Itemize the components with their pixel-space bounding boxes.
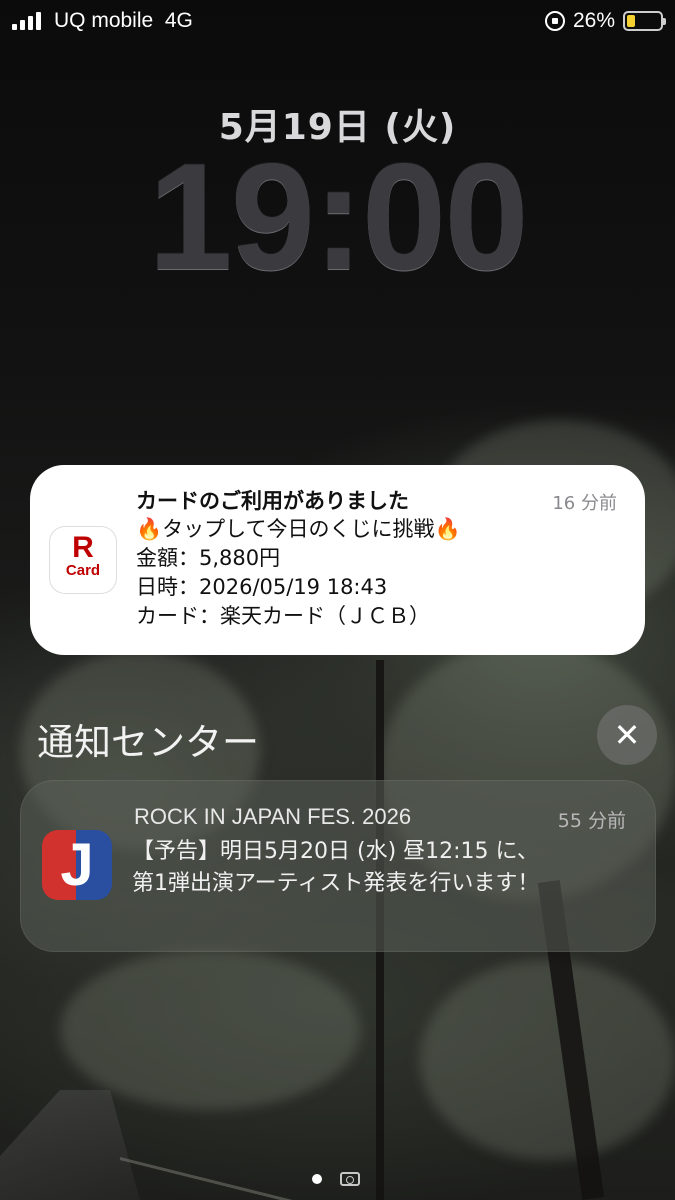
battery-fill xyxy=(627,15,635,27)
notification-line: 第1弾出演アーティスト発表を行います！ xyxy=(132,871,540,896)
rakuten-card-icon: R Card xyxy=(50,527,116,593)
carrier-label: UQ mobile 4G xyxy=(54,9,193,33)
notification-time: 55 分前 xyxy=(557,810,626,832)
notification-line: カード：楽天カード（ＪＣＢ） xyxy=(136,604,430,628)
wallpaper-blossom xyxy=(60,950,360,1110)
lock-time: 19:00 xyxy=(148,132,529,302)
wallpaper-blossom xyxy=(420,960,675,1160)
notification-body: 🔥タップして今日のくじに挑戦🔥 金額：5,880円 日時：2026/05/19 … xyxy=(136,515,461,631)
notification-time: 16 分前 xyxy=(552,493,617,514)
camera-icon[interactable] xyxy=(340,1172,360,1186)
notification-line: 金額：5,880円 xyxy=(136,546,281,570)
notification-center-title: 通知センター xyxy=(37,721,259,764)
status-bar: UQ mobile 4G 26% xyxy=(0,0,675,44)
icon-text-bottom: Card xyxy=(65,562,101,579)
notification-rock-in-japan[interactable]: J ROCK IN JAPAN FES. 2026 55 分前 【予告】明日5月… xyxy=(20,780,656,952)
signal-icon xyxy=(12,12,41,30)
notification-rakuten-card[interactable]: R Card カードのご利用がありました 16 分前 🔥タップして今日のくじに挑… xyxy=(30,465,645,655)
battery-percent: 26% xyxy=(572,9,615,32)
notification-body: 【予告】明日5月20日 (水) 昼12:15 に、 第1弾出演アーティスト発表を… xyxy=(132,836,539,900)
rotation-lock-icon xyxy=(544,11,565,31)
rock-in-japan-icon: J xyxy=(42,830,112,900)
network-type: 4G xyxy=(164,9,193,32)
lock-screen: UQ mobile 4G 26% 5月19日 (火) 19:00 R Card … xyxy=(0,0,675,1200)
carrier-name: UQ mobile xyxy=(54,9,154,32)
icon-text-top: R xyxy=(72,531,94,564)
notification-title: カードのご利用がありました xyxy=(136,489,409,513)
status-right: 26% xyxy=(544,9,666,33)
icon-letter: J xyxy=(60,831,94,898)
page-dot[interactable] xyxy=(312,1174,322,1184)
close-icon[interactable]: ✕ xyxy=(597,705,657,765)
notification-line: 🔥タップして今日のくじに挑戦🔥 xyxy=(136,517,461,541)
notification-line: 【予告】明日5月20日 (水) 昼12:15 に、 xyxy=(132,839,539,864)
page-indicator xyxy=(312,1172,360,1186)
wallpaper-rail xyxy=(119,1157,412,1200)
battery-icon xyxy=(623,11,666,31)
notification-line: 日時：2026/05/19 18:43 xyxy=(136,575,388,599)
notification-title: ROCK IN JAPAN FES. 2026 xyxy=(134,804,412,829)
